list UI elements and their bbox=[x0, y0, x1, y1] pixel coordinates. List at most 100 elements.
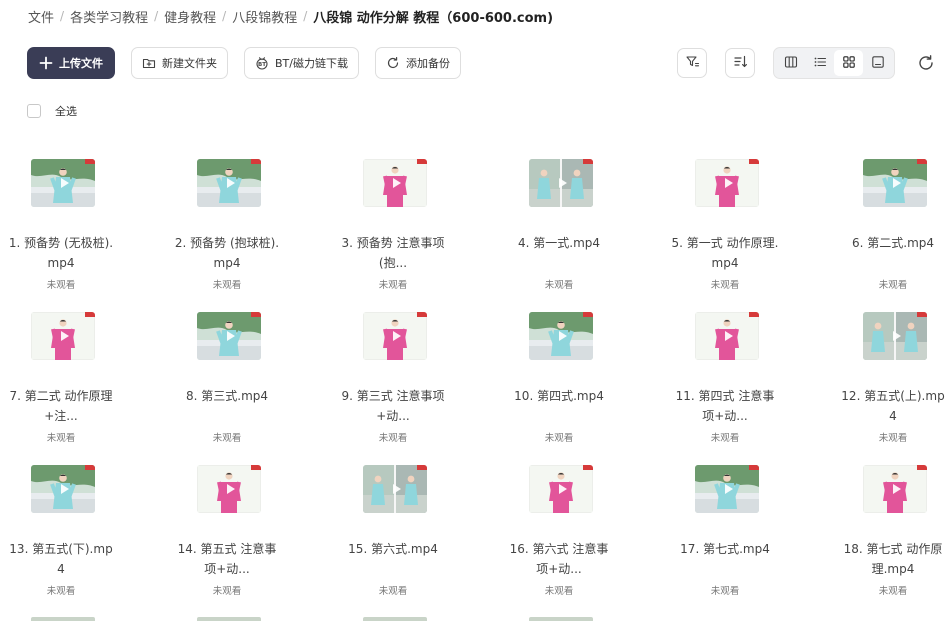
file-item[interactable]: 6. 第二式.mp4 未观看 bbox=[838, 159, 948, 299]
partial-thumbnail bbox=[31, 617, 95, 621]
file-thumbnail[interactable] bbox=[31, 312, 95, 360]
select-all-label[interactable]: 全选 bbox=[55, 103, 77, 119]
file-thumbnail[interactable] bbox=[529, 465, 593, 513]
file-name[interactable]: 3. 预备势 注意事项 (抱... bbox=[338, 233, 448, 273]
file-item[interactable]: 1. 预备势 (无极桩).mp4 未观看 bbox=[6, 159, 116, 299]
file-item[interactable]: 13. 第五式(下).mp4 未观看 bbox=[6, 465, 116, 605]
file-thumbnail[interactable] bbox=[31, 465, 95, 513]
file-name[interactable]: 10. 第四式.mp4 bbox=[504, 386, 614, 406]
file-name[interactable]: 1. 预备势 (无极桩).mp4 bbox=[6, 233, 116, 273]
video-thumbnail-outdoor bbox=[197, 159, 261, 207]
file-item[interactable]: 18. 第七式 动作原理.mp4 未观看 bbox=[838, 465, 948, 605]
file-name[interactable]: 4. 第一式.mp4 bbox=[504, 233, 614, 253]
file-thumbnail[interactable] bbox=[863, 312, 927, 360]
sort-button[interactable] bbox=[725, 48, 755, 78]
file-item[interactable]: 12. 第五式(上).mp4 未观看 bbox=[838, 312, 948, 452]
breadcrumb-item-baduanjin[interactable]: 八段锦教程 bbox=[232, 7, 297, 26]
file-name[interactable]: 6. 第二式.mp4 bbox=[838, 233, 948, 253]
watch-status: 未观看 bbox=[378, 586, 408, 597]
file-item[interactable]: 9. 第三式 注意事项+动... 未观看 bbox=[338, 312, 448, 452]
breadcrumb-separator: / bbox=[303, 9, 308, 23]
file-thumbnail[interactable] bbox=[695, 159, 759, 207]
file-item[interactable]: 16. 第六式 注意事项+动... 未观看 bbox=[504, 465, 614, 605]
sort-icon bbox=[733, 54, 748, 73]
file-item[interactable]: 10. 第四式.mp4 未观看 bbox=[504, 312, 614, 452]
file-thumbnail[interactable] bbox=[863, 465, 927, 513]
watch-status: 未观看 bbox=[46, 586, 76, 597]
upload-button[interactable]: 上传文件 bbox=[27, 47, 115, 79]
file-name[interactable]: 15. 第六式.mp4 bbox=[338, 539, 448, 559]
svg-text:BT: BT bbox=[258, 62, 266, 68]
video-thumbnail-studio bbox=[695, 312, 759, 360]
file-thumbnail[interactable] bbox=[363, 159, 427, 207]
breadcrumb-item-fitness[interactable]: 健身教程 bbox=[164, 7, 216, 26]
file-name[interactable]: 9. 第三式 注意事项+动... bbox=[338, 386, 448, 426]
file-thumbnail[interactable] bbox=[197, 159, 261, 207]
file-thumbnail[interactable] bbox=[197, 465, 261, 513]
file-thumbnail[interactable] bbox=[31, 159, 95, 207]
file-item[interactable]: 3. 预备势 注意事项 (抱... 未观看 bbox=[338, 159, 448, 299]
file-thumbnail[interactable] bbox=[529, 159, 593, 207]
filter-button[interactable] bbox=[677, 48, 707, 78]
file-item[interactable]: 2. 预备势 (抱球桩).mp4 未观看 bbox=[172, 159, 282, 299]
watch-status: 未观看 bbox=[710, 280, 740, 291]
watch-status: 未观看 bbox=[46, 280, 76, 291]
file-name[interactable]: 2. 预备势 (抱球桩).mp4 bbox=[172, 233, 282, 273]
watch-status: 未观看 bbox=[212, 433, 242, 444]
view-mode-switcher bbox=[773, 47, 895, 79]
breadcrumb-item-tutorials[interactable]: 各类学习教程 bbox=[70, 7, 148, 26]
breadcrumb-separator: / bbox=[60, 9, 65, 23]
file-name[interactable]: 14. 第五式 注意事项+动... bbox=[172, 539, 282, 579]
file-name[interactable]: 16. 第六式 注意事项+动... bbox=[504, 539, 614, 579]
file-thumbnail[interactable] bbox=[863, 159, 927, 207]
file-item[interactable]: 5. 第一式 动作原理.mp4 未观看 bbox=[670, 159, 780, 299]
view-tools bbox=[677, 47, 895, 79]
watch-status: 未观看 bbox=[878, 433, 908, 444]
add-backup-label: 添加备份 bbox=[405, 57, 450, 70]
filter-icon bbox=[685, 54, 700, 73]
file-thumbnail[interactable] bbox=[529, 312, 593, 360]
video-thumbnail-outdoor bbox=[31, 159, 95, 207]
breadcrumb-item-files[interactable]: 文件 bbox=[28, 7, 54, 26]
partial-thumbnail bbox=[363, 617, 427, 621]
file-thumbnail[interactable] bbox=[695, 465, 759, 513]
file-name[interactable]: 12. 第五式(上).mp4 bbox=[838, 386, 948, 426]
video-thumbnail-split bbox=[529, 159, 593, 207]
file-item[interactable]: 8. 第三式.mp4 未观看 bbox=[172, 312, 282, 452]
new-folder-button[interactable]: 新建文件夹 bbox=[131, 47, 228, 79]
partial-thumbnail bbox=[529, 617, 593, 621]
file-name[interactable]: 5. 第一式 动作原理.mp4 bbox=[670, 233, 780, 273]
bt-magnet-download-button[interactable]: BT BT/磁力链下载 bbox=[244, 47, 359, 79]
file-name[interactable]: 11. 第四式 注意事项+动... bbox=[670, 386, 780, 426]
file-name[interactable]: 18. 第七式 动作原理.mp4 bbox=[838, 539, 948, 579]
file-item[interactable]: 11. 第四式 注意事项+动... 未观看 bbox=[670, 312, 780, 452]
list-view-button[interactable] bbox=[805, 50, 834, 76]
watch-status: 未观看 bbox=[212, 280, 242, 291]
file-thumbnail[interactable] bbox=[363, 312, 427, 360]
select-all-checkbox[interactable] bbox=[27, 104, 41, 118]
file-thumbnail[interactable] bbox=[197, 312, 261, 360]
watch-status: 未观看 bbox=[544, 586, 574, 597]
file-item[interactable]: 14. 第五式 注意事项+动... 未观看 bbox=[172, 465, 282, 605]
add-backup-button[interactable]: 添加备份 bbox=[374, 47, 461, 79]
file-item[interactable]: 15. 第六式.mp4 未观看 bbox=[338, 465, 448, 605]
preview-view-button[interactable] bbox=[863, 50, 892, 76]
watch-status: 未观看 bbox=[378, 280, 408, 291]
video-thumbnail-outdoor bbox=[197, 312, 261, 360]
columns-view-button[interactable] bbox=[776, 50, 805, 76]
file-item[interactable]: 7. 第二式 动作原理+注... 未观看 bbox=[6, 312, 116, 452]
refresh-icon bbox=[917, 55, 935, 76]
file-name[interactable]: 17. 第七式.mp4 bbox=[670, 539, 780, 559]
file-name[interactable]: 7. 第二式 动作原理+注... bbox=[6, 386, 116, 426]
file-thumbnail[interactable] bbox=[363, 465, 427, 513]
refresh-button[interactable] bbox=[917, 54, 935, 72]
video-thumbnail-studio bbox=[695, 159, 759, 207]
file-thumbnail[interactable] bbox=[695, 312, 759, 360]
grid-view-button[interactable] bbox=[834, 50, 863, 76]
watch-status: 未观看 bbox=[878, 586, 908, 597]
video-thumbnail-outdoor bbox=[529, 312, 593, 360]
file-name[interactable]: 8. 第三式.mp4 bbox=[172, 386, 282, 406]
file-item[interactable]: 4. 第一式.mp4 未观看 bbox=[504, 159, 614, 299]
file-name[interactable]: 13. 第五式(下).mp4 bbox=[6, 539, 116, 579]
file-item[interactable]: 17. 第七式.mp4 未观看 bbox=[670, 465, 780, 605]
